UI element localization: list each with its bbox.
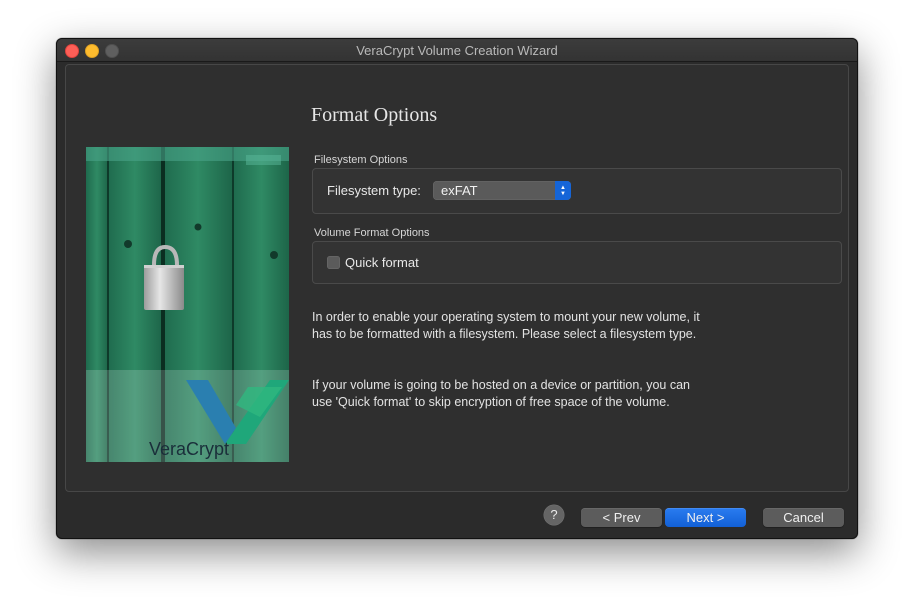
veracrypt-logo-text: VeraCrypt	[149, 439, 229, 459]
info-paragraph-quick-format: If your volume is going to be hosted on …	[312, 378, 691, 409]
filesystem-options-label: Filesystem Options	[314, 154, 408, 166]
next-button[interactable]: Next >	[665, 508, 746, 527]
wizard-content-panel: VeraCrypt Format Options Filesystem Opti…	[65, 64, 849, 492]
info-paragraph-filesystem: In order to enable your operating system…	[312, 310, 700, 341]
wizard-window: VeraCrypt Volume Creation Wizard VeraCry…	[56, 38, 858, 539]
filesystem-type-select[interactable]: exFAT ▲ ▼	[433, 181, 571, 200]
filesystem-options-group: Filesystem type: exFAT ▲ ▼	[312, 168, 842, 214]
veracrypt-side-image: VeraCrypt	[86, 147, 289, 462]
help-button[interactable]: ?	[544, 505, 564, 525]
page-title: Format Options	[311, 104, 438, 126]
filesystem-type-label: Filesystem type:	[327, 183, 421, 198]
prev-button[interactable]: < Prev	[581, 508, 662, 527]
title-bar[interactable]: VeraCrypt Volume Creation Wizard	[57, 39, 857, 62]
chevron-up-down-icon: ▲ ▼	[555, 181, 571, 200]
volume-format-options-label: Volume Format Options	[314, 227, 430, 239]
window-title: VeraCrypt Volume Creation Wizard	[356, 43, 558, 58]
quick-format-checkbox[interactable]	[327, 256, 340, 269]
volume-format-options-group: Quick format	[312, 241, 842, 284]
quick-format-label[interactable]: Quick format	[345, 255, 419, 270]
filesystem-type-value: exFAT	[441, 183, 478, 198]
cancel-button[interactable]: Cancel	[763, 508, 844, 527]
